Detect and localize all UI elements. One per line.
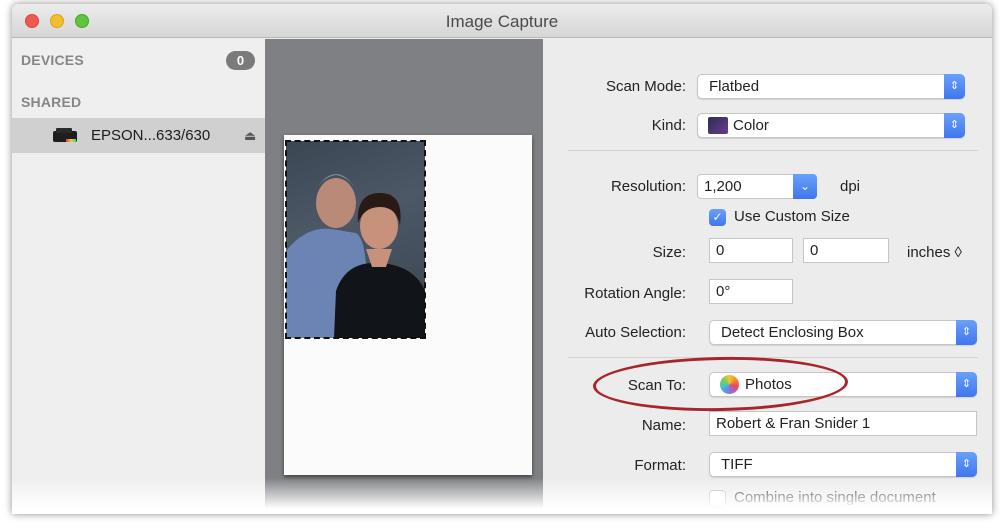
popup-arrows-icon: ⇕ [944,113,965,138]
kind-popup[interactable]: Color ⇕ [697,113,965,138]
photos-app-icon [720,375,739,394]
auto-selection-popup[interactable]: Detect Enclosing Box ⇕ [709,320,977,345]
scan-settings-panel: Scan Mode: Flatbed ⇕ Kind: Color ⇕ Resol… [543,39,992,514]
scan-to-popup[interactable]: Photos ⇕ [709,372,977,397]
use-custom-size-checkbox[interactable]: ✓ [709,209,726,226]
combine-label: Combine into single document [734,489,936,506]
sidebar-item-epson-printer[interactable]: EPSON...633/630 ⏏ [12,118,265,153]
name-field[interactable]: Robert & Fran Snider 1 [709,411,977,436]
devices-count-badge: 0 [226,51,255,70]
popup-arrows-icon: ⇕ [956,452,977,477]
eject-icon[interactable]: ⏏ [244,128,256,144]
scan-mode-value: Flatbed [709,78,760,95]
format-popup[interactable]: TIFF ⇕ [709,452,977,477]
rotation-field[interactable]: 0° [709,279,793,304]
printer-icon [53,128,77,142]
color-kind-icon [708,117,728,134]
use-custom-size-label: Use Custom Size [734,208,850,225]
popup-arrows-icon: ⇕ [944,74,965,99]
popup-arrows-icon: ⇕ [956,320,977,345]
format-label: Format: [634,457,686,474]
resolution-combo[interactable]: 1,200 ⌄ [697,174,817,199]
size-height-field[interactable]: 0 [803,238,889,263]
sidebar: DEVICES 0 SHARED EPSON...633/630 ⏏ [12,39,265,514]
scan-to-value: Photos [745,376,792,393]
resolution-value: 1,200 [704,178,742,195]
scanned-page [284,135,532,475]
size-label: Size: [652,244,686,261]
window-title: Image Capture [445,12,559,31]
size-unit-popup[interactable]: inches ◊ [907,244,962,261]
kind-value: Color [733,117,769,134]
rotation-label: Rotation Angle: [584,285,686,302]
combine-checkbox[interactable] [709,490,726,507]
format-value: TIFF [721,456,753,473]
size-width-field[interactable]: 0 [709,238,793,263]
scan-to-label: Scan To: [627,377,686,394]
dpi-unit: dpi [840,178,861,195]
devices-header: DEVICES [21,52,84,68]
divider [568,357,978,358]
kind-label: Kind: [651,117,686,134]
sidebar-item-label: EPSON...633/630 [91,127,211,144]
title-bar[interactable]: Image Capture [12,4,992,38]
auto-selection-label: Auto Selection: [585,324,686,341]
resolution-label: Resolution: [610,178,686,195]
scan-mode-popup[interactable]: Flatbed ⇕ [697,74,965,99]
scan-mode-label: Scan Mode: [605,78,686,95]
name-label: Name: [641,417,686,434]
scan-preview-area[interactable] [265,39,543,514]
popup-arrows-icon: ⇕ [956,372,977,397]
auto-selection-value: Detect Enclosing Box [721,324,864,341]
image-capture-window: Image Capture DEVICES 0 SHARED EPSON...6… [12,4,992,514]
chevron-down-icon[interactable]: ⌄ [793,174,817,199]
selection-marquee[interactable] [285,140,426,339]
shared-header: SHARED [21,94,82,110]
divider [568,150,978,151]
